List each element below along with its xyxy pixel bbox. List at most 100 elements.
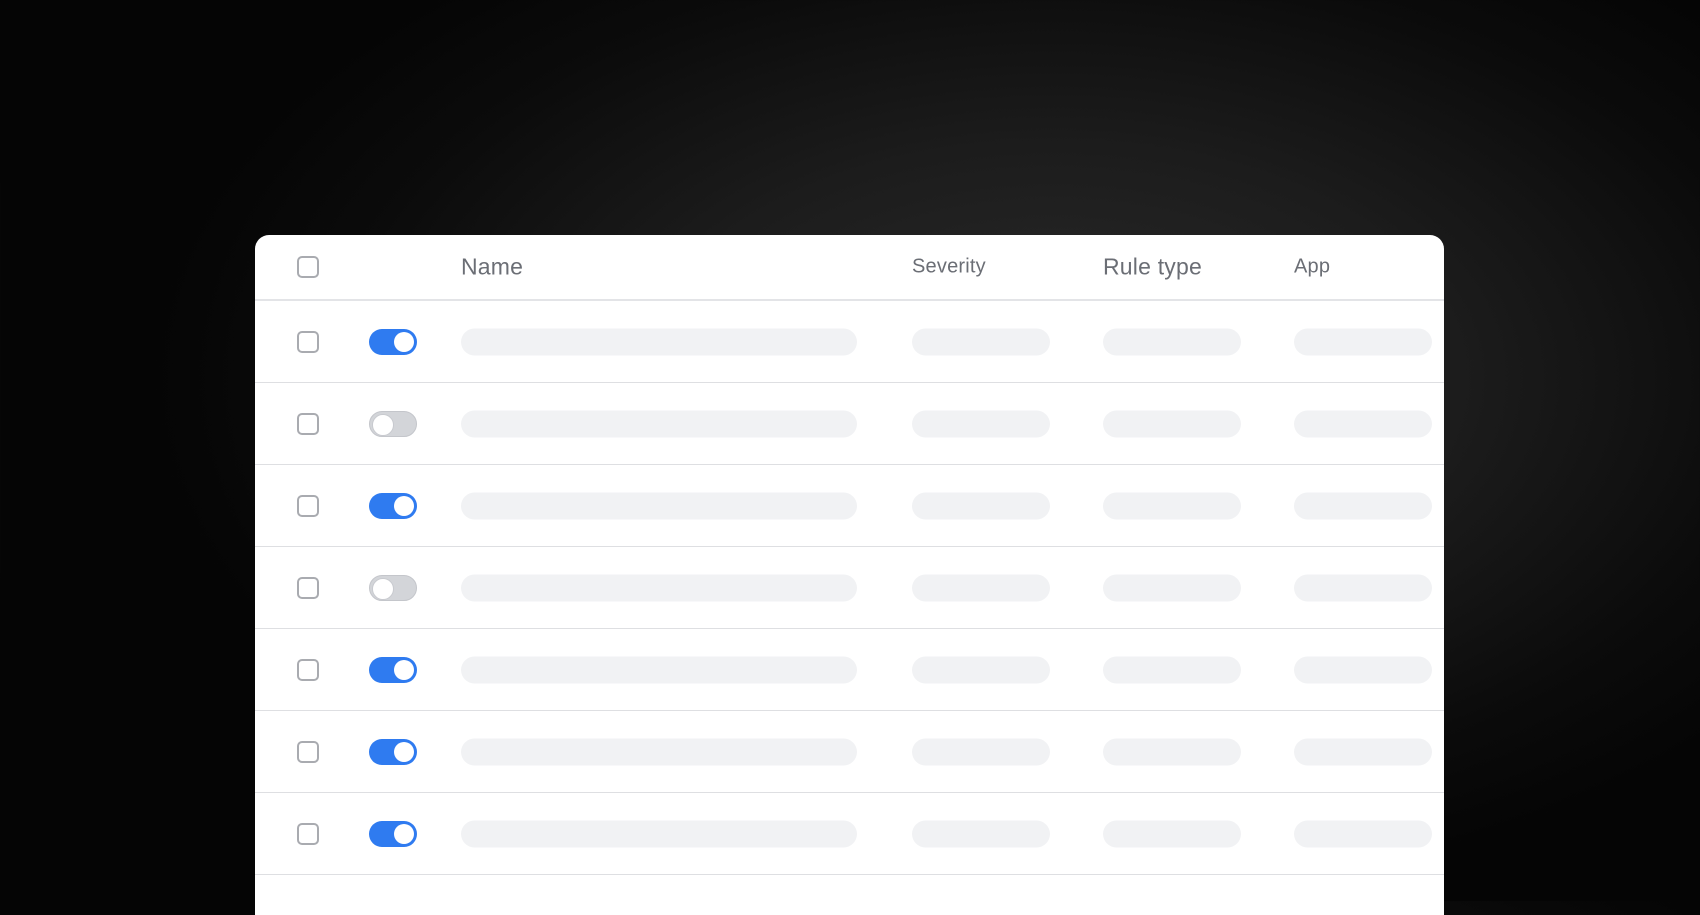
- toggle-switch-icon: [369, 574, 417, 601]
- app-cell-placeholder: [1294, 820, 1432, 847]
- toggle-switch-icon: [369, 410, 417, 437]
- app-cell-placeholder: [1294, 328, 1432, 355]
- row-checkbox[interactable]: [297, 412, 319, 435]
- rule-enabled-toggle[interactable]: [369, 820, 417, 847]
- table-body: [255, 301, 1444, 875]
- toggle-switch-icon: [369, 738, 417, 765]
- column-header-name[interactable]: Name: [461, 254, 523, 281]
- skeleton-bar: [1103, 738, 1241, 765]
- skeleton-bar: [1294, 492, 1432, 519]
- row-checkbox[interactable]: [297, 658, 319, 681]
- checkbox-icon: [297, 412, 319, 435]
- skeleton-bar: [461, 492, 857, 519]
- table-row[interactable]: [255, 629, 1444, 711]
- name-cell-placeholder: [461, 820, 857, 847]
- toggle-knob: [394, 495, 414, 516]
- skeleton-bar: [912, 328, 1050, 355]
- toggle-knob: [394, 331, 414, 352]
- skeleton-bar: [1294, 328, 1432, 355]
- rule-type-cell-placeholder: [1103, 738, 1241, 765]
- rule-enabled-toggle[interactable]: [369, 328, 417, 355]
- column-header-severity[interactable]: Severity: [912, 256, 986, 279]
- skeleton-bar: [912, 410, 1050, 437]
- rule-type-cell-placeholder: [1103, 492, 1241, 519]
- name-cell-placeholder: [461, 492, 857, 519]
- skeleton-bar: [461, 820, 857, 847]
- row-checkbox[interactable]: [297, 822, 319, 845]
- app-cell-placeholder: [1294, 410, 1432, 437]
- severity-cell-placeholder: [912, 492, 1050, 519]
- rule-type-cell-placeholder: [1103, 328, 1241, 355]
- skeleton-bar: [461, 328, 857, 355]
- table-row[interactable]: [255, 465, 1444, 547]
- table-header: Name Severity Rule type App: [255, 235, 1444, 301]
- checkbox-icon: [297, 740, 319, 763]
- name-cell-placeholder: [461, 328, 857, 355]
- severity-cell-placeholder: [912, 820, 1050, 847]
- rules-table-panel: Name Severity Rule type App: [255, 235, 1444, 915]
- rule-type-cell-placeholder: [1103, 574, 1241, 601]
- skeleton-bar: [461, 656, 857, 683]
- skeleton-bar: [912, 820, 1050, 847]
- table-row[interactable]: [255, 547, 1444, 629]
- toggle-switch-icon: [369, 820, 417, 847]
- skeleton-bar: [461, 574, 857, 601]
- skeleton-bar: [1294, 656, 1432, 683]
- table-row[interactable]: [255, 793, 1444, 875]
- table-row[interactable]: [255, 301, 1444, 383]
- app-cell-placeholder: [1294, 574, 1432, 601]
- skeleton-bar: [1294, 738, 1432, 765]
- skeleton-bar: [912, 656, 1050, 683]
- skeleton-bar: [1103, 492, 1241, 519]
- severity-cell-placeholder: [912, 410, 1050, 437]
- rule-type-cell-placeholder: [1103, 410, 1241, 437]
- toggle-knob: [394, 741, 414, 762]
- name-cell-placeholder: [461, 574, 857, 601]
- severity-cell-placeholder: [912, 738, 1050, 765]
- checkbox-icon: [297, 256, 319, 278]
- checkbox-icon: [297, 576, 319, 599]
- rule-enabled-toggle[interactable]: [369, 738, 417, 765]
- column-header-rule-type[interactable]: Rule type: [1103, 254, 1202, 281]
- toggle-switch-icon: [369, 492, 417, 519]
- rule-enabled-toggle[interactable]: [369, 574, 417, 601]
- rule-enabled-toggle[interactable]: [369, 492, 417, 519]
- skeleton-bar: [1294, 410, 1432, 437]
- checkbox-icon: [297, 658, 319, 681]
- skeleton-bar: [1103, 820, 1241, 847]
- row-checkbox[interactable]: [297, 494, 319, 517]
- skeleton-bar: [1103, 574, 1241, 601]
- checkbox-icon: [297, 822, 319, 845]
- skeleton-bar: [1294, 574, 1432, 601]
- table-row[interactable]: [255, 711, 1444, 793]
- name-cell-placeholder: [461, 656, 857, 683]
- toggle-switch-icon: [369, 328, 417, 355]
- severity-cell-placeholder: [912, 656, 1050, 683]
- skeleton-bar: [912, 492, 1050, 519]
- checkbox-icon: [297, 494, 319, 517]
- toggle-knob: [394, 823, 414, 844]
- toggle-switch-icon: [369, 656, 417, 683]
- table-row[interactable]: [255, 383, 1444, 465]
- row-checkbox[interactable]: [297, 740, 319, 763]
- name-cell-placeholder: [461, 410, 857, 437]
- row-checkbox[interactable]: [297, 330, 319, 353]
- name-cell-placeholder: [461, 738, 857, 765]
- app-cell-placeholder: [1294, 656, 1432, 683]
- skeleton-bar: [912, 574, 1050, 601]
- skeleton-bar: [1103, 656, 1241, 683]
- toggle-knob: [372, 413, 394, 436]
- column-header-app[interactable]: App: [1294, 256, 1330, 279]
- app-cell-placeholder: [1294, 738, 1432, 765]
- toggle-knob: [394, 659, 414, 680]
- severity-cell-placeholder: [912, 574, 1050, 601]
- rule-enabled-toggle[interactable]: [369, 656, 417, 683]
- row-checkbox[interactable]: [297, 576, 319, 599]
- app-cell-placeholder: [1294, 492, 1432, 519]
- rule-enabled-toggle[interactable]: [369, 410, 417, 437]
- skeleton-bar: [1103, 328, 1241, 355]
- checkbox-icon: [297, 330, 319, 353]
- select-all-checkbox[interactable]: [297, 256, 319, 278]
- rule-type-cell-placeholder: [1103, 820, 1241, 847]
- severity-cell-placeholder: [912, 328, 1050, 355]
